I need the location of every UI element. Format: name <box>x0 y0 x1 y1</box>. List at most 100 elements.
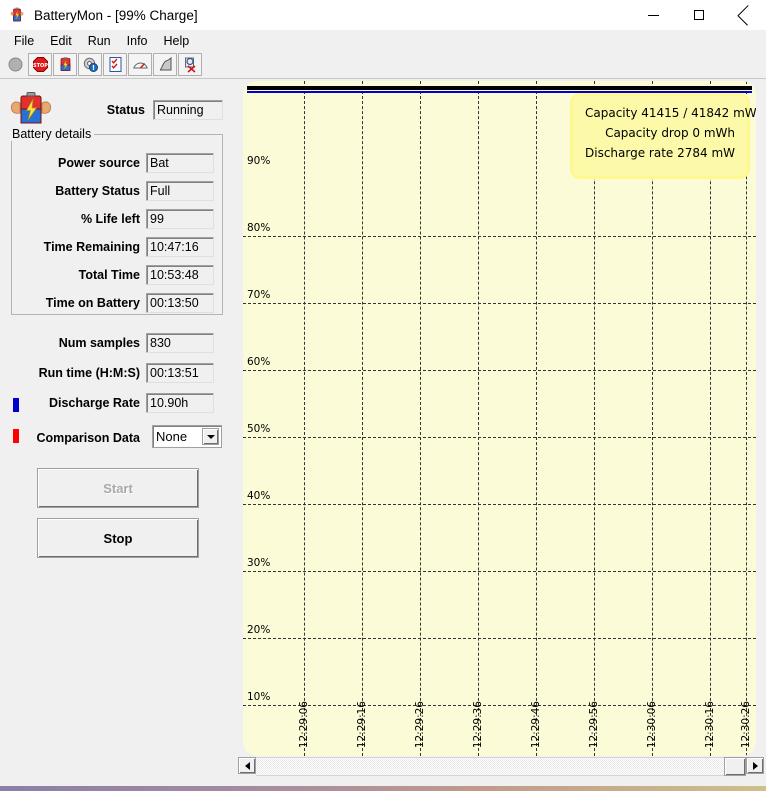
series-battery-level <box>247 86 752 90</box>
scroll-left-button[interactable] <box>238 757 256 774</box>
x-tick-1: 12:29:16 <box>356 701 368 749</box>
comparison-data-label: Comparison Data <box>36 431 141 445</box>
x-tick-5: 12:29:56 <box>588 701 600 749</box>
menu-run[interactable]: Run <box>80 32 119 50</box>
gridline-v-2 <box>420 81 421 756</box>
scrollbar-thumb[interactable] <box>724 757 746 776</box>
x-tick-7: 12:30:16 <box>704 701 716 749</box>
field-run-time: Run time (H:M:S) 00:13:51 <box>20 363 215 383</box>
y-tick-80: 80% <box>247 222 271 234</box>
gridline-h-70 <box>243 370 756 371</box>
run-time-label: Run time (H:M:S) <box>38 366 140 380</box>
gridline-h-40 <box>243 571 756 572</box>
menu-help[interactable]: Help <box>156 32 198 50</box>
window-controls <box>631 0 766 30</box>
x-tick-0: 12:29:06 <box>298 701 310 749</box>
close-button[interactable] <box>721 0 766 30</box>
battery-muscle-icon <box>8 6 26 24</box>
annotation-discharge-rate: Discharge rate 2784 mW <box>585 146 736 160</box>
y-tick-20: 20% <box>247 624 271 636</box>
stop-button[interactable]: Stop <box>37 518 199 558</box>
battery-status-label: Battery Status <box>55 184 140 198</box>
y-tick-90: 90% <box>247 155 271 167</box>
left-arrow-icon <box>244 761 250 770</box>
gridline-h-50 <box>243 504 756 505</box>
chevron-down-glyph <box>206 434 215 439</box>
life-left-label: % Life left <box>80 212 140 226</box>
chart-curve-icon[interactable] <box>153 53 177 76</box>
settings-gear-icon[interactable]: ! <box>78 53 102 76</box>
gridline-h-90 <box>243 236 756 237</box>
menu-info[interactable]: Info <box>119 32 156 50</box>
minimize-button[interactable] <box>631 0 676 30</box>
time-remaining-label: Time Remaining <box>43 240 140 254</box>
battery-details-title: Battery details <box>9 127 95 141</box>
gridline-v-6 <box>652 81 653 756</box>
gridline-h-30 <box>243 638 756 639</box>
time-on-battery-label: Time on Battery <box>45 296 140 310</box>
field-time-on-battery: Time on Battery 00:13:50 <box>20 293 215 313</box>
x-tick-8: 12:30:26 <box>740 701 752 749</box>
gridline-v-0 <box>304 81 305 756</box>
x-tick-2: 12:29:26 <box>414 701 426 749</box>
x-tick-3: 12:29:36 <box>472 701 484 749</box>
title-bar: BatteryMon - [99% Charge] <box>0 0 766 30</box>
status-value: Running <box>153 100 223 120</box>
menu-edit[interactable]: Edit <box>42 32 80 50</box>
field-num-samples: Num samples 830 <box>20 333 215 353</box>
battery-muscle-icon-large <box>9 90 53 128</box>
scrollbar-track[interactable] <box>256 757 724 776</box>
comparison-data-swatch <box>13 429 19 443</box>
desktop-edge-strip <box>0 786 766 791</box>
gridline-v-3 <box>478 81 479 756</box>
search-battery-icon[interactable] <box>178 53 202 76</box>
maximize-button[interactable] <box>676 0 721 30</box>
gridline-v-7 <box>710 81 711 756</box>
gridline-v-1 <box>362 81 363 756</box>
y-tick-70: 70% <box>247 289 271 301</box>
battery-status-value: Full <box>146 181 214 201</box>
chart-annotation-box: Capacity 41415 / 41842 mWh Capacity drop… <box>570 93 756 179</box>
window-title: BatteryMon - [99% Charge] <box>34 7 198 23</box>
record-start-icon[interactable] <box>3 53 27 76</box>
run-time-value: 00:13:51 <box>146 363 214 383</box>
power-source-value: Bat <box>146 153 214 173</box>
left-info-panel: Status Running Battery details Power sou… <box>0 80 232 791</box>
gridline-h-20 <box>243 705 756 706</box>
field-battery-status: Battery Status Full <box>20 181 215 201</box>
num-samples-label: Num samples <box>58 336 140 350</box>
checklist-icon[interactable] <box>103 53 127 76</box>
right-arrow-icon <box>752 761 758 770</box>
chevron-down-icon[interactable] <box>202 428 219 445</box>
discharge-rate-label: Discharge Rate <box>48 396 140 410</box>
stop-sign-icon[interactable]: STOP <box>28 53 52 76</box>
field-total-time: Total Time 10:53:48 <box>20 265 215 285</box>
start-button[interactable]: Start <box>37 468 199 508</box>
discharge-rate-value: 10.90h <box>146 393 214 413</box>
y-tick-50: 50% <box>247 423 271 435</box>
scroll-right-button[interactable] <box>746 757 764 774</box>
status-label: Status <box>106 103 145 117</box>
gridline-h-60 <box>243 437 756 438</box>
comparison-data-select[interactable]: None <box>152 425 222 448</box>
chart-horizontal-scrollbar[interactable] <box>238 757 764 776</box>
comparison-data-value: None <box>156 429 188 444</box>
toolbar: STOP ! <box>0 51 766 79</box>
status-row: Status Running <box>60 100 223 120</box>
close-icon <box>738 10 749 21</box>
time-remaining-value: 10:47:16 <box>146 237 214 257</box>
time-on-battery-value: 00:13:50 <box>146 293 214 313</box>
svg-text:STOP: STOP <box>33 63 48 69</box>
y-tick-40: 40% <box>247 490 271 502</box>
chart-panel: 90% 80% 70% 60% 50% 40% 30% 20% 10% 12:2… <box>236 80 766 756</box>
battery-icon[interactable] <box>53 53 77 76</box>
gauge-icon[interactable] <box>128 53 152 76</box>
field-discharge-rate: Discharge Rate 10.90h <box>20 393 215 413</box>
field-time-remaining: Time Remaining 10:47:16 <box>20 237 215 257</box>
x-tick-4: 12:29:46 <box>530 701 542 749</box>
menu-file[interactable]: File <box>6 32 42 50</box>
battery-level-chart[interactable]: 90% 80% 70% 60% 50% 40% 30% 20% 10% 12:2… <box>243 81 756 756</box>
y-tick-10: 10% <box>247 691 271 703</box>
y-tick-30: 30% <box>247 557 271 569</box>
x-tick-6: 12:30:06 <box>646 701 658 749</box>
